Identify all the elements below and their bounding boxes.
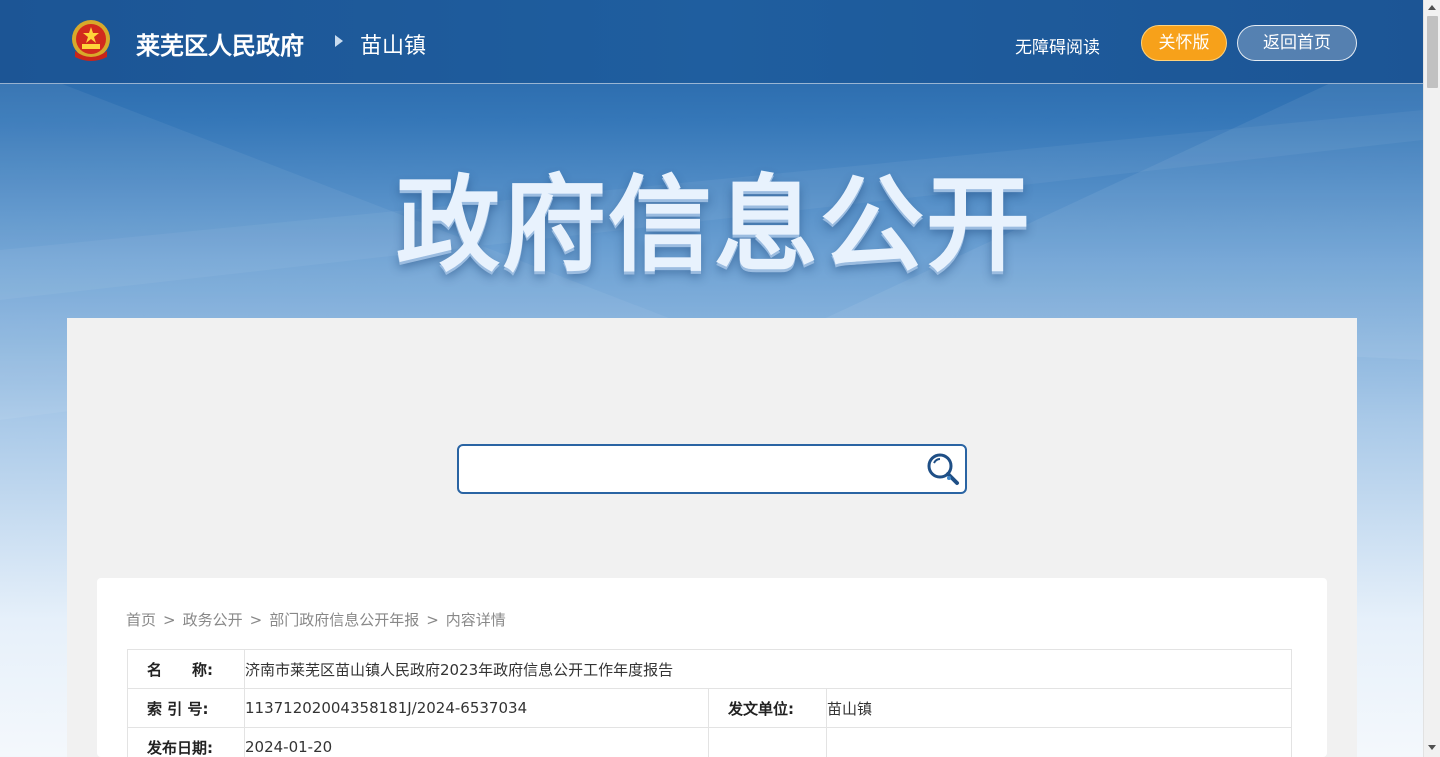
caret-right-icon <box>335 35 343 47</box>
search-input[interactable] <box>469 452 909 486</box>
issuer-value: 苗山镇 <box>826 688 1292 728</box>
main-panel: 首页 > 政务公开 > 部门政府信息公开年报 > 内容详情 名 称: 济南市莱芜区苗山镇人民… <box>67 318 1357 757</box>
town-name[interactable]: 苗山镇 <box>360 28 426 60</box>
table-row: 发布日期: 2024-01-20 <box>127 727 1292 757</box>
table-row: 名 称: 济南市莱芜区苗山镇人民政府2023年政府信息公开工作年度报告 <box>127 649 1292 689</box>
accessible-reading-link[interactable]: 无障碍阅读 <box>1015 33 1100 58</box>
search-box <box>457 444 967 494</box>
date-label: 发布日期: <box>127 727 245 757</box>
issuer-label: 发文单位: <box>708 688 827 728</box>
banner-title: 政府信息公开 <box>396 164 1033 286</box>
empty-cell <box>708 727 827 757</box>
breadcrumb: 首页 > 政务公开 > 部门政府信息公开年报 > 内容详情 <box>126 609 506 630</box>
breadcrumb-separator: > <box>426 611 439 629</box>
search-icon[interactable] <box>923 450 963 490</box>
index-value: 11371202004358181J/2024-6537034 <box>244 688 709 728</box>
national-emblem-icon <box>72 20 110 61</box>
empty-cell <box>826 727 1292 757</box>
site-name[interactable]: 莱芜区人民政府 <box>136 26 304 61</box>
scroll-up-icon[interactable] <box>1428 5 1436 10</box>
breadcrumb-current: 内容详情 <box>445 611 506 629</box>
vertical-scrollbar[interactable] <box>1423 0 1440 757</box>
return-home-button[interactable]: 返回首页 <box>1237 25 1357 61</box>
breadcrumb-annual-report[interactable]: 部门政府信息公开年报 <box>269 611 419 629</box>
scroll-thumb[interactable] <box>1427 16 1438 88</box>
header-bar: 莱芜区人民政府 苗山镇 无障碍阅读 关怀版 返回首页 <box>0 0 1423 84</box>
care-version-button[interactable]: 关怀版 <box>1141 25 1227 61</box>
table-row: 索 引 号: 11371202004358181J/2024-6537034 发… <box>127 688 1292 728</box>
content-card: 首页 > 政务公开 > 部门政府信息公开年报 > 内容详情 名 称: 济南市莱芜区苗山镇人民… <box>97 578 1327 757</box>
document-info-table: 名 称: 济南市莱芜区苗山镇人民政府2023年政府信息公开工作年度报告 索 引 … <box>127 649 1292 757</box>
breadcrumb-gov-affairs[interactable]: 政务公开 <box>183 611 243 629</box>
name-label: 名 称: <box>127 649 245 689</box>
scroll-down-icon[interactable] <box>1428 745 1436 750</box>
breadcrumb-separator: > <box>163 611 176 629</box>
breadcrumb-home[interactable]: 首页 <box>126 611 156 629</box>
index-label: 索 引 号: <box>127 688 245 728</box>
name-value: 济南市莱芜区苗山镇人民政府2023年政府信息公开工作年度报告 <box>244 649 1292 689</box>
breadcrumb-separator: > <box>249 611 263 629</box>
date-value: 2024-01-20 <box>244 727 709 757</box>
